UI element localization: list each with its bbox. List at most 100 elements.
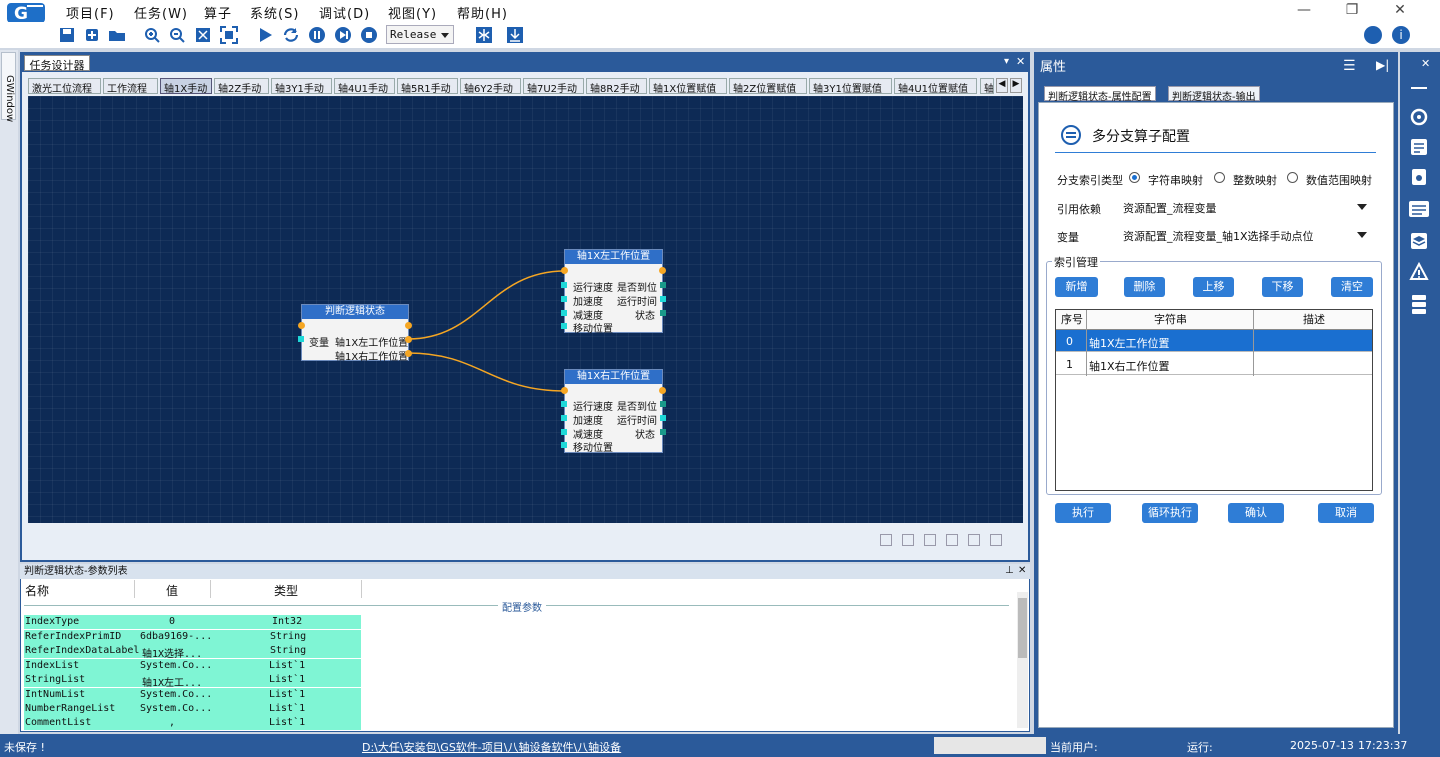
- save-status: 未保存 !: [4, 741, 45, 754]
- loop-execute-button[interactable]: 循环执行: [1142, 503, 1198, 523]
- node-left-out-port[interactable]: [659, 267, 666, 274]
- node-right-port-d[interactable]: [561, 442, 567, 448]
- node-left-port-f[interactable]: [660, 296, 666, 302]
- run-label: 运行:: [1187, 741, 1213, 754]
- node-left-row0-a: 运行速度: [573, 283, 613, 294]
- refer-value: 资源配置_流程变量: [1123, 202, 1217, 215]
- variable-select[interactable]: 资源配置_流程变量_轴1X选择手动点位: [1121, 226, 1371, 244]
- info-icon[interactable]: i: [1392, 26, 1410, 44]
- node-axis-left-title: 轴1X左工作位置: [565, 250, 662, 264]
- paste-icon[interactable]: [946, 534, 958, 546]
- params-section-label: 配置参数: [498, 599, 546, 614]
- delete-button[interactable]: 删除: [1124, 277, 1165, 297]
- connection-left: [407, 270, 566, 340]
- param-row[interactable]: ReferIndexDataLabel 轴1X选择... String: [24, 644, 361, 660]
- node-judge-top-port-right[interactable]: [405, 322, 412, 329]
- node-left-port-d[interactable]: [561, 323, 567, 329]
- node-right-port-e[interactable]: [660, 401, 666, 407]
- node-right-port-a[interactable]: [561, 401, 567, 407]
- refer-select[interactable]: 资源配置_流程变量: [1121, 198, 1371, 216]
- node-left-port-a[interactable]: [561, 282, 567, 288]
- node-right-port-g[interactable]: [660, 429, 666, 435]
- params-scroll-thumb[interactable]: [1018, 598, 1027, 658]
- node-right-row0-b: 是否到位: [617, 402, 657, 413]
- settings-doc-icon[interactable]: [1408, 166, 1430, 188]
- move-up-button[interactable]: 上移: [1193, 277, 1234, 297]
- node-right-port-c[interactable]: [561, 429, 567, 435]
- radio-int-map[interactable]: [1214, 172, 1225, 183]
- node-axis-right-title: 轴1X右工作位置: [565, 370, 662, 384]
- tab-output[interactable]: 判断逻辑状态-输出: [1168, 86, 1260, 103]
- pin-icon[interactable]: ⊥: [1005, 565, 1014, 576]
- align-right-icon[interactable]: [902, 534, 914, 546]
- node-right-out-port[interactable]: [659, 387, 666, 394]
- node-right-port-b[interactable]: [561, 415, 567, 421]
- grid-row[interactable]: 0 轴1X左工作位置: [1056, 330, 1372, 352]
- checklist-icon[interactable]: [1408, 136, 1430, 158]
- add-button[interactable]: 新增: [1055, 277, 1098, 297]
- cancel-button[interactable]: 取消: [1318, 503, 1374, 523]
- param-row[interactable]: ReferIndexPrimID 6dba9169-... String: [24, 630, 361, 644]
- delete-icon[interactable]: [968, 534, 980, 546]
- node-left-port-b[interactable]: [561, 296, 567, 302]
- user-icon[interactable]: [1364, 26, 1382, 44]
- node-left-port-c[interactable]: [561, 310, 567, 316]
- grid-header-string: 字符串: [1154, 313, 1187, 326]
- node-left-port-g[interactable]: [660, 310, 666, 316]
- param-row[interactable]: IntNumList System.Co... List`1: [24, 688, 361, 702]
- param-row[interactable]: IndexType 0 Int32: [24, 615, 361, 629]
- grid-header-index: 序号: [1061, 313, 1083, 326]
- grid-row[interactable]: 1 轴1X右工作位置: [1056, 353, 1372, 375]
- clear-button[interactable]: 清空: [1331, 277, 1373, 297]
- params-scrollbar[interactable]: [1017, 592, 1028, 728]
- align-left-icon[interactable]: [880, 534, 892, 546]
- move-down-button[interactable]: 下移: [1262, 277, 1303, 297]
- node-right-row3-a: 移动位置: [573, 443, 613, 454]
- param-row[interactable]: CommentList, List`1: [24, 716, 361, 730]
- node-right-port-f[interactable]: [660, 415, 666, 421]
- params-close-icon[interactable]: ✕: [1018, 565, 1026, 576]
- copy-icon[interactable]: [924, 534, 936, 546]
- properties-title: 属性: [1040, 60, 1067, 75]
- collapse-icon[interactable]: ▶|: [1376, 58, 1389, 72]
- target-icon[interactable]: [1408, 106, 1430, 128]
- node-left-in-port[interactable]: [561, 267, 568, 274]
- radio-range-map[interactable]: [1287, 172, 1298, 183]
- index-group-label: 索引管理: [1052, 254, 1100, 270]
- radio-string-map[interactable]: [1129, 172, 1140, 183]
- node-left-row1-a: 加速度: [573, 297, 603, 308]
- execute-button[interactable]: 执行: [1055, 503, 1111, 523]
- param-row[interactable]: StringList 轴1X左工... List`1: [24, 673, 361, 689]
- node-judge-out1-port[interactable]: [405, 336, 412, 343]
- node-judge-input-port[interactable]: [298, 336, 304, 342]
- grid-col-divider: [1253, 310, 1254, 376]
- layers-icon[interactable]: [1408, 230, 1430, 252]
- node-judge-out2-label: 轴1X右工作位置: [335, 352, 409, 363]
- node-judge-input-label: 变量: [309, 338, 329, 349]
- operator-heading: 多分支算子配置: [1092, 129, 1190, 145]
- param-row[interactable]: NumberRangeList System.Co... List`1: [24, 702, 361, 716]
- branch-type-label: 分支索引类型: [1057, 174, 1123, 187]
- confirm-button[interactable]: 确认: [1228, 503, 1284, 523]
- panel-list-icon[interactable]: [1408, 198, 1430, 220]
- node-judge-top-port[interactable]: [298, 322, 305, 329]
- param-row[interactable]: IndexList System.Co... List`1: [24, 659, 361, 673]
- rightbar-close-icon[interactable]: ✕: [1421, 57, 1430, 70]
- node-right-in-port[interactable]: [561, 387, 568, 394]
- params-title: 判断逻辑状态-参数列表: [20, 564, 1030, 579]
- menu-icon[interactable]: ☰: [1343, 58, 1356, 74]
- variable-value: 资源配置_流程变量_轴1X选择手动点位: [1123, 230, 1314, 243]
- node-right-row1-a: 加速度: [573, 416, 603, 427]
- warning-icon[interactable]: [1408, 261, 1430, 283]
- radio-string-map-label: 字符串映射: [1148, 174, 1203, 187]
- node-left-port-e[interactable]: [660, 282, 666, 288]
- node-left-row1-b: 运行时间: [617, 297, 657, 308]
- grid-header-desc: 描述: [1303, 313, 1325, 326]
- project-path-link[interactable]: D:\大任\安装包\GS软件-项目\八轴设备软件\八轴设备: [362, 739, 621, 755]
- connection-right: [407, 352, 566, 392]
- tab-property-config[interactable]: 判断逻辑状态-属性配置: [1044, 86, 1156, 103]
- clear-icon[interactable]: [990, 534, 1002, 546]
- stack-icon[interactable]: [1408, 293, 1430, 315]
- status-date: 2025-07-13: [1290, 739, 1354, 752]
- node-judge-out2-port[interactable]: [405, 350, 412, 357]
